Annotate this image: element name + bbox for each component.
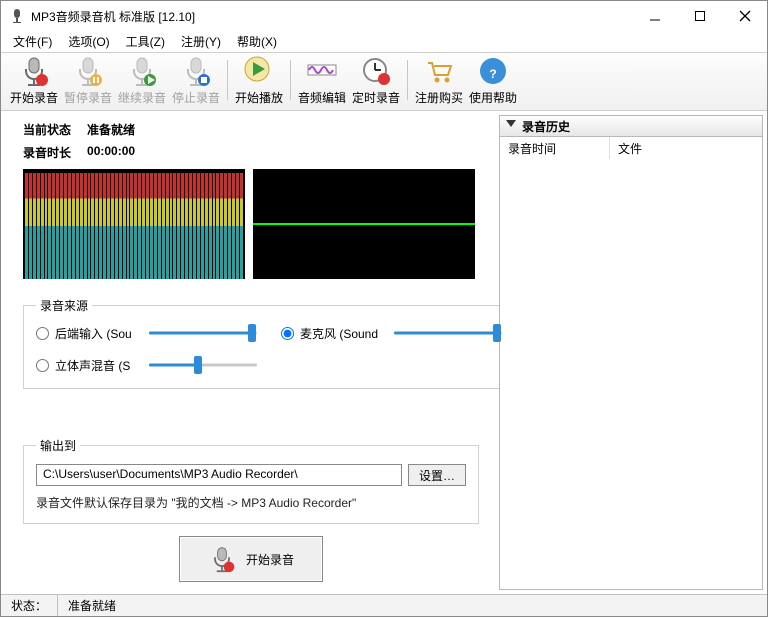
tb-resume-record[interactable]: 继续录音: [115, 53, 169, 108]
mic-pause-icon: [72, 55, 104, 87]
tb-play[interactable]: 开始播放: [232, 53, 286, 108]
menu-help[interactable]: 帮助(X): [231, 31, 283, 52]
visualizer-row: [23, 169, 479, 279]
tb-edit[interactable]: 音频编辑: [295, 53, 349, 108]
tb-stop-record-label: 停止录音: [172, 89, 220, 106]
status-value: 准备就绪: [87, 121, 135, 138]
tb-stop-record[interactable]: 停止录音: [169, 53, 223, 108]
output-legend: 输出到: [36, 437, 80, 454]
output-fieldset: 输出到 C:\Users\user\Documents\MP3 Audio Re…: [23, 437, 479, 524]
close-button[interactable]: [722, 1, 767, 31]
tb-help[interactable]: ? 使用帮助: [466, 53, 520, 108]
statusbar-value: 准备就绪: [58, 595, 767, 616]
play-icon: [243, 55, 275, 87]
source-mic[interactable]: 麦克风 (Sound: [281, 324, 502, 342]
tb-edit-label: 音频编辑: [298, 89, 346, 106]
source-mic-slider[interactable]: [394, 324, 502, 342]
history-panel: 录音历史 录音时间 文件: [499, 111, 767, 594]
expand-icon: [506, 119, 516, 133]
statusbar: 状态： 准备就绪: [1, 594, 767, 616]
source-mix-slider[interactable]: [149, 356, 257, 374]
toolbar: 开始录音 暂停录音 继续录音 停止录音 开始播放 音频编辑 定时录音 注册购买 …: [1, 53, 767, 111]
history-columns: 录音时间 文件: [499, 137, 763, 159]
mic-resume-icon: [126, 55, 158, 87]
source-rear-slider[interactable]: [149, 324, 257, 342]
source-mix-radio[interactable]: [36, 359, 49, 372]
main-record-button[interactable]: 开始录音: [179, 536, 323, 582]
minimize-button[interactable]: [632, 1, 677, 31]
tb-pause-record[interactable]: 暂停录音: [61, 53, 115, 108]
tb-timer[interactable]: 定时录音: [349, 53, 403, 108]
svg-text:?: ?: [489, 67, 496, 81]
source-mic-label: 麦克风 (Sound: [300, 325, 388, 342]
tb-start-record-label: 开始录音: [10, 89, 58, 106]
history-col-file[interactable]: 文件: [610, 137, 762, 159]
history-col-time[interactable]: 录音时间: [500, 137, 610, 159]
waveform-icon: [306, 55, 338, 87]
toolbar-separator: [227, 60, 228, 100]
toolbar-separator: [407, 60, 408, 100]
history-header[interactable]: 录音历史: [499, 115, 763, 137]
tb-play-label: 开始播放: [235, 89, 283, 106]
app-icon: [9, 8, 25, 24]
status-label: 当前状态: [23, 121, 71, 138]
time-label: 录音时长: [23, 144, 71, 161]
output-hint: 录音文件默认保存目录为 "我的文档 -> MP3 Audio Recorder": [36, 494, 466, 511]
statusbar-label: 状态：: [1, 595, 58, 616]
main-panel: 当前状态 准备就绪 录音时长 00:00:00 录音来源 后端输入 (Sou: [1, 111, 499, 594]
output-settings-button[interactable]: 设置…: [408, 464, 466, 486]
time-row: 录音时长 00:00:00: [23, 144, 479, 161]
waveform-line: [253, 223, 475, 225]
content-area: 当前状态 准备就绪 录音时长 00:00:00 录音来源 后端输入 (Sou: [1, 111, 767, 594]
history-title: 录音历史: [522, 118, 570, 135]
tb-buy-label: 注册购买: [415, 89, 463, 106]
clock-icon: [360, 55, 392, 87]
tb-buy[interactable]: 注册购买: [412, 53, 466, 108]
output-path-field[interactable]: C:\Users\user\Documents\MP3 Audio Record…: [36, 464, 402, 486]
tb-timer-label: 定时录音: [352, 89, 400, 106]
tb-start-record[interactable]: 开始录音: [7, 53, 61, 108]
source-rear-radio[interactable]: [36, 327, 49, 340]
source-mix[interactable]: 立体声混音 (S: [36, 356, 257, 374]
spectrum-visualizer: [23, 169, 245, 279]
source-mix-label: 立体声混音 (S: [55, 357, 143, 374]
source-rear[interactable]: 后端输入 (Sou: [36, 324, 257, 342]
time-value: 00:00:00: [87, 144, 135, 161]
status-row: 当前状态 准备就绪: [23, 121, 479, 138]
toolbar-separator: [290, 60, 291, 100]
source-mic-radio[interactable]: [281, 327, 294, 340]
help-icon: ?: [477, 55, 509, 87]
window-title: MP3音频录音机 标准版 [12.10]: [31, 8, 632, 25]
waveform-visualizer: [253, 169, 475, 279]
window-controls: [632, 1, 767, 31]
source-rear-label: 后端输入 (Sou: [55, 325, 143, 342]
titlebar: MP3音频录音机 标准版 [12.10]: [1, 1, 767, 31]
cart-icon: [423, 55, 455, 87]
menu-register[interactable]: 注册(Y): [175, 31, 227, 52]
menubar: 文件(F) 选项(O) 工具(Z) 注册(Y) 帮助(X): [1, 31, 767, 53]
source-fieldset: 录音来源 后端输入 (Sou 立体声混音 (S: [23, 297, 515, 389]
mic-record-icon: [18, 55, 50, 87]
source-legend: 录音来源: [36, 297, 92, 314]
mic-record-icon: [208, 545, 236, 573]
mic-stop-icon: [180, 55, 212, 87]
menu-options[interactable]: 选项(O): [62, 31, 115, 52]
maximize-button[interactable]: [677, 1, 722, 31]
menu-file[interactable]: 文件(F): [7, 31, 58, 52]
tb-resume-record-label: 继续录音: [118, 89, 166, 106]
tb-pause-record-label: 暂停录音: [64, 89, 112, 106]
history-list[interactable]: [499, 159, 763, 590]
menu-tools[interactable]: 工具(Z): [120, 31, 171, 52]
main-record-label: 开始录音: [246, 551, 294, 568]
tb-help-label: 使用帮助: [469, 89, 517, 106]
